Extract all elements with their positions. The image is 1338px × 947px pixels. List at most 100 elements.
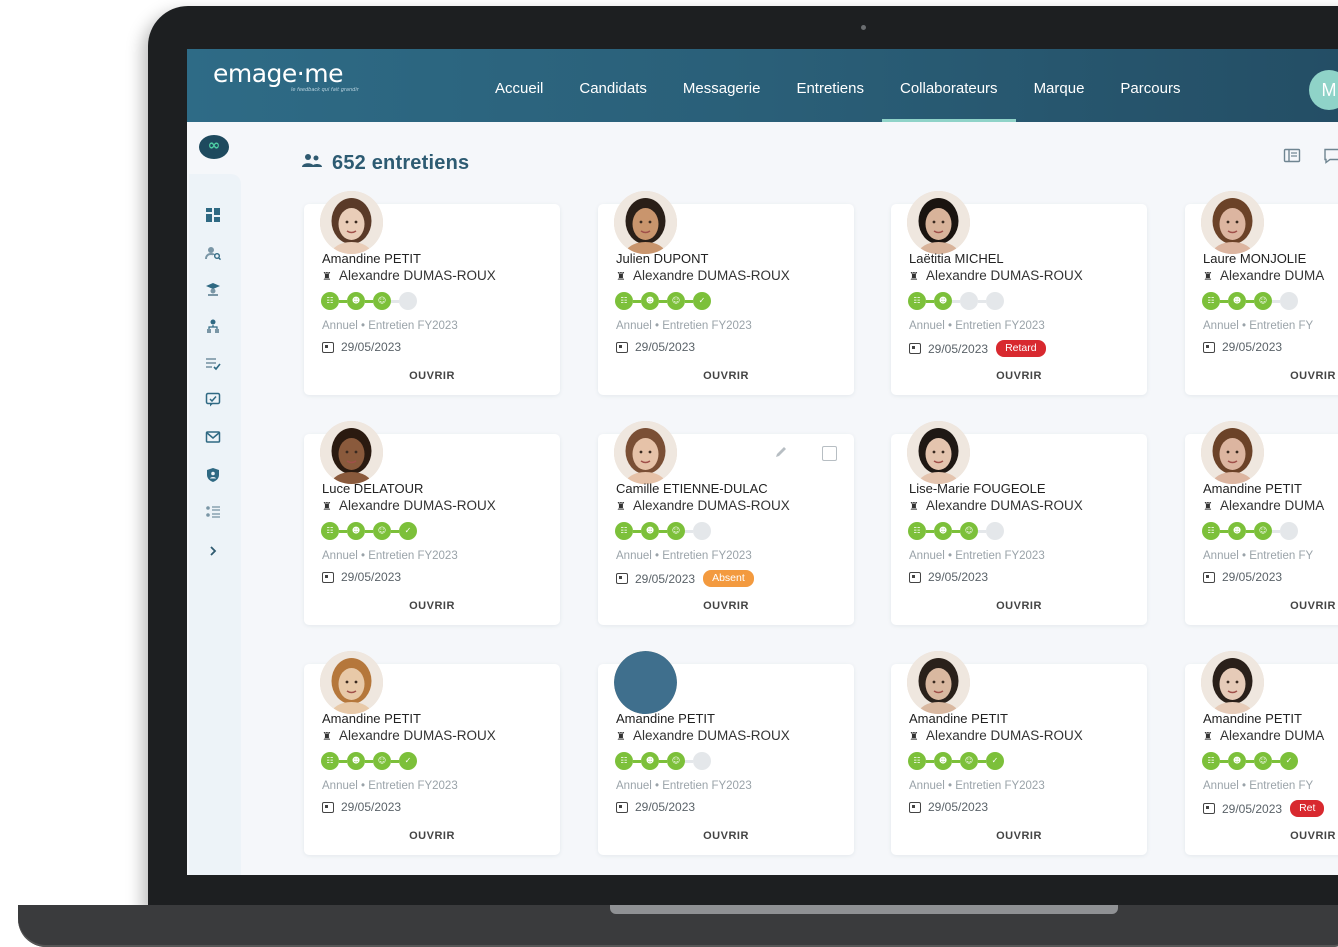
pencil-icon[interactable]	[773, 444, 791, 462]
card-view-icon[interactable]	[1283, 147, 1303, 167]
open-button[interactable]: OUVRIR	[598, 830, 854, 842]
interview-steps: ☷ ☻ ☺ ✓	[321, 522, 417, 540]
interview-card[interactable]: Amandine PETIT ♜ Alexandre DUMA ☷ ☻ ☺ Annue…	[1185, 421, 1338, 625]
interview-card[interactable]: Camille ETIENNE-DULAC ♜ Alexandre DUMAS-R…	[598, 421, 854, 625]
interview-steps: ☷ ☻ ☺	[615, 752, 711, 770]
open-button[interactable]: OUVRIR	[304, 370, 560, 382]
status-badge: Ret	[1290, 800, 1325, 817]
interview-date-line: 29/05/2023 Retard	[909, 340, 1046, 357]
manager-name: Alexandre DUMAS-ROUX	[633, 268, 790, 283]
step-status-icon: ☺	[373, 752, 391, 770]
employee-name: Julien DUPONT	[616, 251, 709, 266]
calendar-icon	[616, 801, 628, 813]
step-status-icon: ☻	[934, 522, 952, 540]
step-status-icon: ☻	[641, 522, 659, 540]
interview-card[interactable]: Laëtitia MICHEL ♜ Alexandre DUMAS-ROUX ☷ ☻…	[891, 191, 1147, 395]
interview-date: 29/05/2023	[928, 570, 989, 584]
interview-steps: ☷ ☻ ☺ ✓	[1202, 752, 1298, 770]
avatar	[1201, 191, 1264, 254]
manager-line: ♜ Alexandre DUMAS-ROUX	[909, 498, 1083, 513]
comment-view-icon[interactable]	[1323, 147, 1338, 167]
employee-name: Amandine PETIT	[909, 711, 1008, 726]
interview-card[interactable]: Amandine PETIT ♜ Alexandre DUMA ☷ ☻ ☺ ✓ Annu…	[1185, 651, 1338, 855]
step-connector	[391, 529, 399, 533]
step-status-icon	[1280, 522, 1298, 540]
step-connector	[952, 299, 960, 303]
step-connector	[685, 759, 693, 763]
step-status-icon: ☻	[641, 292, 659, 310]
open-button[interactable]: OUVRIR	[891, 830, 1147, 842]
nav-item-parcours[interactable]: Parcours	[1102, 49, 1198, 122]
step-connector	[1246, 759, 1254, 763]
step-connector	[365, 299, 373, 303]
hierarchy-icon[interactable]	[201, 314, 225, 338]
dashboard-icon[interactable]	[201, 203, 225, 227]
interview-date-line: 29/05/2023	[322, 340, 401, 354]
step-status-icon: ☷	[1202, 522, 1220, 540]
app-logo-icon[interactable]	[199, 135, 229, 159]
manager-name: Alexandre DUMAS-ROUX	[633, 498, 790, 513]
interview-card[interactable]: Lise-Marie FOUGEOLE ♜ Alexandre DUMAS-ROU…	[891, 421, 1147, 625]
open-button[interactable]: OUVRIR	[304, 830, 560, 842]
interview-card[interactable]: Amandine PETIT ♜ Alexandre DUMAS-ROUX ☷ ☻ ☺…	[598, 651, 854, 855]
manager-line: ♜ Alexandre DUMA	[1203, 728, 1324, 743]
nav-item-entretiens[interactable]: Entretiens	[778, 49, 882, 122]
interview-type: Annuel • Entretien FY	[1203, 550, 1314, 562]
manager-name: Alexandre DUMAS-ROUX	[633, 728, 790, 743]
interview-card[interactable]: Laure MONJOLIE ♜ Alexandre DUMA ☷ ☻ ☺ Annue…	[1185, 191, 1338, 395]
nav-item-candidats[interactable]: Candidats	[561, 49, 665, 122]
open-button[interactable]: OUVRIR	[1185, 830, 1338, 842]
brand-logo[interactable]: emage·me	[213, 59, 343, 88]
open-button[interactable]: OUVRIR	[1185, 370, 1338, 382]
step-connector	[978, 759, 986, 763]
select-checkbox[interactable]	[822, 446, 837, 461]
interview-type: Annuel • Entretien FY2023	[616, 780, 752, 792]
step-status-icon: ☻	[347, 292, 365, 310]
interview-type: Annuel • Entretien FY2023	[322, 320, 458, 332]
step-status-icon: ☷	[908, 522, 926, 540]
nav-item-messagerie[interactable]: Messagerie	[665, 49, 779, 122]
interview-card[interactable]: Amandine PETIT ♜ Alexandre DUMAS-ROUX ☷ ☻ ☺…	[304, 191, 560, 395]
interview-type: Annuel • Entretien FY2023	[322, 550, 458, 562]
interview-date-line: 29/05/2023	[322, 800, 401, 814]
review-icon[interactable]	[201, 388, 225, 412]
hierarchy-icon: ♜	[1203, 271, 1213, 283]
checklist-icon[interactable]	[201, 351, 225, 375]
step-status-icon: ☻	[934, 292, 952, 310]
step-status-icon	[986, 292, 1004, 310]
open-button[interactable]: OUVRIR	[891, 600, 1147, 612]
step-connector	[1246, 299, 1254, 303]
mail-icon[interactable]	[201, 425, 225, 449]
open-button[interactable]: OUVRIR	[304, 600, 560, 612]
nav-item-collaborateurs[interactable]: Collaborateurs	[882, 49, 1016, 122]
hierarchy-icon: ♜	[616, 271, 626, 283]
user-avatar[interactable]: M	[1309, 70, 1338, 110]
candidate-search-icon[interactable]	[201, 241, 225, 265]
shield-user-icon[interactable]	[201, 463, 225, 487]
step-status-icon: ☺	[1254, 752, 1272, 770]
manager-line: ♜ Alexandre DUMA	[1203, 268, 1324, 283]
step-connector	[339, 299, 347, 303]
step-connector	[1220, 759, 1228, 763]
interview-type: Annuel • Entretien FY2023	[909, 320, 1045, 332]
step-status-icon: ☷	[908, 292, 926, 310]
graduate-icon[interactable]	[201, 277, 225, 301]
interview-card[interactable]: Luce DELATOUR ♜ Alexandre DUMAS-ROUX ☷ ☻ ☺ ✓…	[304, 421, 560, 625]
list-settings-icon[interactable]	[201, 500, 225, 524]
interview-card[interactable]: Julien DUPONT ♜ Alexandre DUMAS-ROUX ☷ ☻ ☺ ✓…	[598, 191, 854, 395]
interview-card[interactable]: Amandine PETIT ♜ Alexandre DUMAS-ROUX ☷ ☻ ☺…	[304, 651, 560, 855]
open-button[interactable]: OUVRIR	[1185, 600, 1338, 612]
nav-item-accueil[interactable]: Accueil	[477, 49, 561, 122]
nav-item-marque[interactable]: Marque	[1016, 49, 1103, 122]
laptop-notch	[610, 905, 1118, 914]
calendar-icon	[909, 343, 921, 354]
step-status-icon: ☺	[373, 292, 391, 310]
interview-card[interactable]: Amandine PETIT ♜ Alexandre DUMAS-ROUX ☷ ☻ ☺…	[891, 651, 1147, 855]
interview-date: 29/05/2023	[341, 800, 402, 814]
open-button[interactable]: OUVRIR	[891, 370, 1147, 382]
step-connector	[365, 759, 373, 763]
step-connector	[659, 759, 667, 763]
chevron-right-icon[interactable]	[201, 539, 225, 563]
open-button[interactable]: OUVRIR	[598, 370, 854, 382]
open-button[interactable]: OUVRIR	[598, 600, 854, 612]
